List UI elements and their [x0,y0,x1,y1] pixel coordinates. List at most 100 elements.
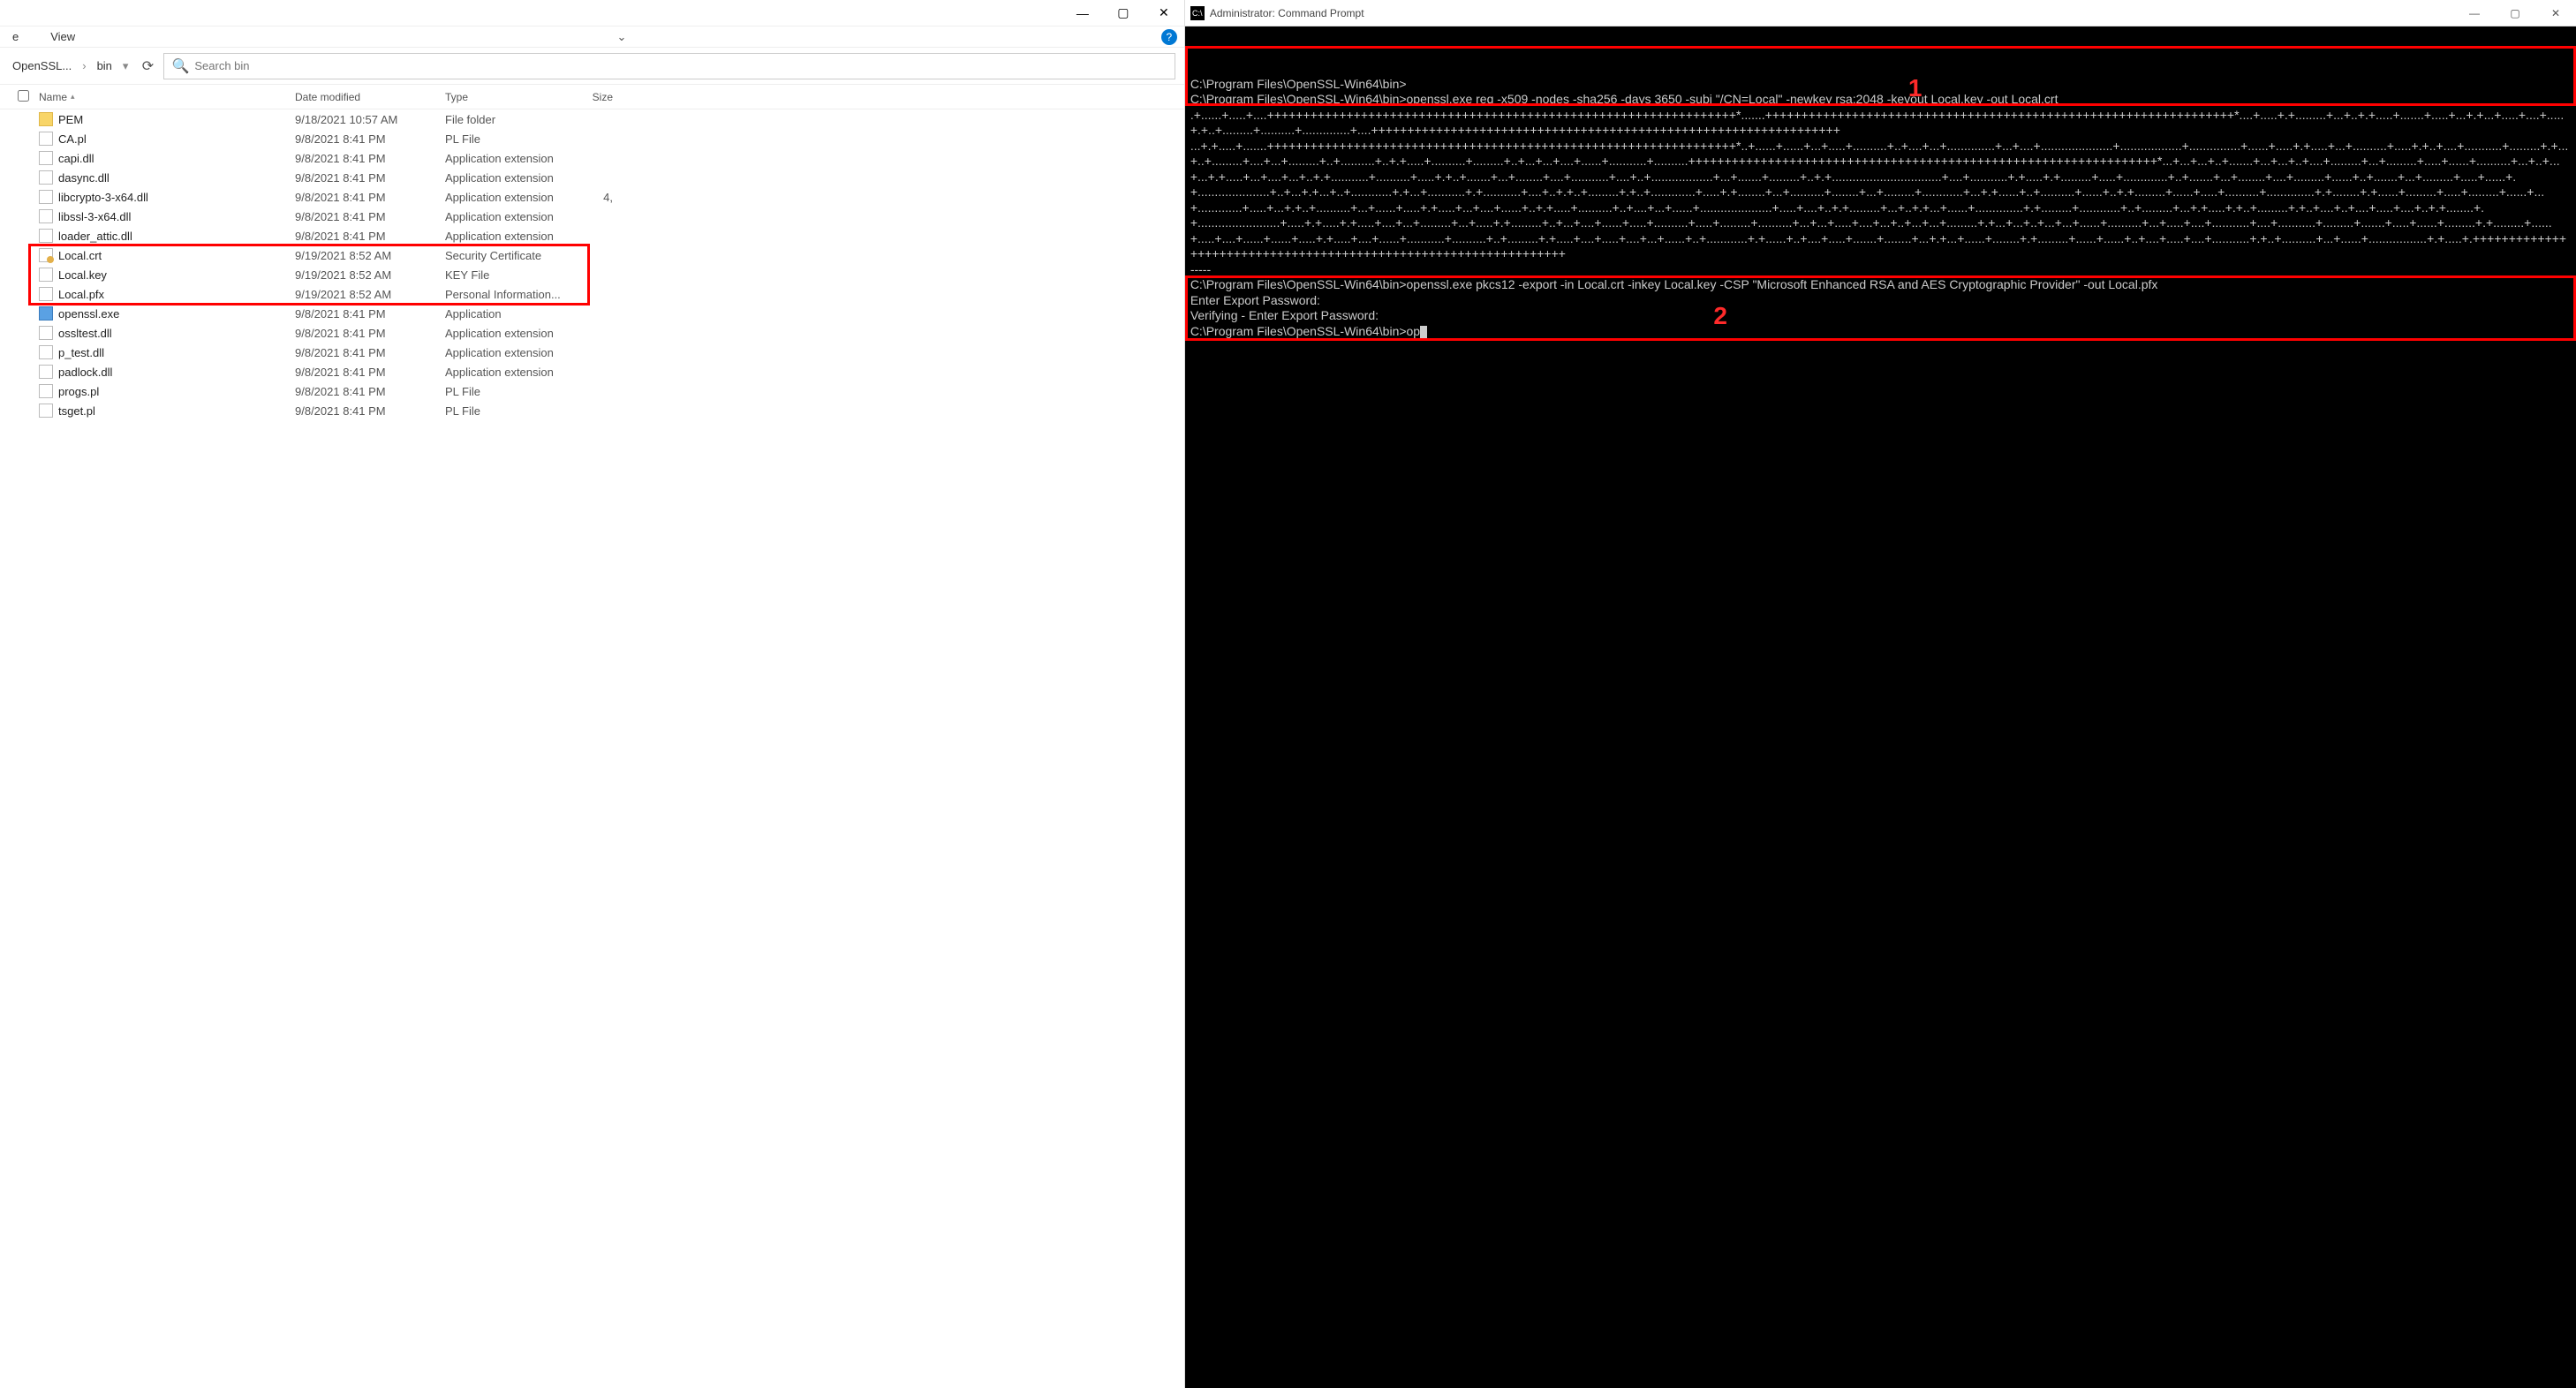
cmd-line: Verifying - Enter Export Password: [1190,308,2571,324]
file-name: Local.pfx [58,288,104,301]
chevron-right-icon: › [79,57,89,74]
file-type: Application [445,307,578,321]
file-date: 9/8/2021 8:41 PM [295,327,445,340]
cmd-close-button[interactable]: ✕ [2535,0,2576,26]
file-icon [39,268,53,282]
column-name[interactable]: Name ▴ [39,91,295,103]
file-date: 9/18/2021 10:57 AM [295,113,445,126]
table-row[interactable]: dasync.dll 9/8/2021 8:41 PMApplication ex… [0,168,1184,187]
close-button[interactable]: ✕ [1144,0,1184,26]
table-row[interactable]: tsget.pl9/8/2021 8:41 PMPL File [0,401,1184,420]
breadcrumb[interactable]: OpenSSL... › bin ▾ [9,57,132,75]
table-row[interactable]: Local.key9/19/2021 8:52 AMKEY File [0,265,1184,284]
table-row[interactable]: libcrypto-3-x64.dll9/8/2021 8:41 PMAppli… [0,187,1184,207]
file-date: 9/8/2021 8:41 PM [295,210,445,223]
file-name: libssl-3-x64.dll [58,210,131,223]
file-icon [39,170,53,185]
file-icon [39,190,53,204]
help-icon[interactable]: ? [1161,29,1177,45]
file-icon [39,287,53,301]
table-row[interactable]: progs.pl 9/8/2021 8:41 PMPL File [0,381,1184,401]
file-type: Application extension [445,171,578,185]
search-icon: 🔍 [171,57,189,75]
file-type: Application extension [445,327,578,340]
file-type: Application extension [445,366,578,379]
table-row[interactable]: Local.crt9/19/2021 8:52 AMSecurity Certi… [0,245,1184,265]
file-name: capi.dll [58,152,94,165]
file-date: 9/8/2021 8:41 PM [295,132,445,146]
refresh-button[interactable]: ⟳ [139,57,156,75]
select-all-checkbox[interactable] [18,90,29,102]
file-name: CA.pl [58,132,87,146]
table-row[interactable]: padlock.dll9/8/2021 8:41 PMApplication e… [0,362,1184,381]
file-date: 9/8/2021 8:41 PM [295,404,445,418]
table-row[interactable]: openssl.exe9/8/2021 8:41 PMApplication [0,304,1184,323]
file-icon [39,345,53,359]
file-date: 9/8/2021 8:41 PM [295,191,445,204]
file-date: 9/8/2021 8:41 PM [295,230,445,243]
file-icon [39,326,53,340]
table-row[interactable]: CA.pl9/8/2021 8:41 PMPL File [0,129,1184,148]
table-row[interactable]: Local.pfx9/19/2021 8:52 AMPersonal Infor… [0,284,1184,304]
file-name: Local.crt [58,249,102,262]
column-date[interactable]: Date modified [295,91,445,103]
file-date: 9/8/2021 8:41 PM [295,171,445,185]
cmd-titlebar: C:\ Administrator: Command Prompt — ▢ ✕ [1185,0,2576,26]
file-icon [39,112,53,126]
maximize-button[interactable]: ▢ [1103,0,1144,26]
file-icon [39,365,53,379]
annotation-label-1: 1 [1908,72,1923,103]
column-size[interactable]: Size [578,91,613,103]
cmd-line: C:\Program Files\OpenSSL-Win64\bin>opens… [1190,277,2571,293]
search-input[interactable] [194,59,1167,72]
cmd-line: C:\Program Files\OpenSSL-Win64\bin>opens… [1190,92,2571,108]
table-row[interactable]: loader_attic.dll9/8/2021 8:41 PMApplicat… [0,226,1184,245]
file-date: 9/8/2021 8:41 PM [295,346,445,359]
breadcrumb-item[interactable]: OpenSSL... [9,57,75,74]
file-date: 9/19/2021 8:52 AM [295,268,445,282]
file-date: 9/19/2021 8:52 AM [295,288,445,301]
file-name: Local.key [58,268,107,282]
file-size: 4, [578,191,613,204]
file-name: dasync.dll [58,171,110,185]
file-date: 9/8/2021 8:41 PM [295,366,445,379]
table-row[interactable]: capi.dll9/8/2021 8:41 PMApplication exte… [0,148,1184,168]
table-row[interactable]: p_test.dll9/8/2021 8:41 PMApplication ex… [0,343,1184,362]
cursor [1420,326,1427,338]
file-icon [39,404,53,418]
annotation-label-2: 2 [1713,300,1727,331]
file-date: 9/8/2021 8:41 PM [295,152,445,165]
table-row[interactable]: ossltest.dll9/8/2021 8:41 PMApplication … [0,323,1184,343]
ribbon-tab-view[interactable]: View [43,28,82,45]
column-type[interactable]: Type [445,91,578,103]
file-date: 9/8/2021 8:41 PM [295,385,445,398]
breadcrumb-item[interactable]: bin [94,57,116,74]
file-type: Application extension [445,230,578,243]
table-row[interactable]: libssl-3-x64.dll9/8/2021 8:41 PMApplicat… [0,207,1184,226]
file-icon [39,151,53,165]
table-row[interactable]: PEM9/18/2021 10:57 AMFile folder [0,109,1184,129]
cmd-line: ----- [1190,262,2571,278]
cmd-output[interactable]: C:\Program Files\OpenSSL-Win64\bin>C:\Pr… [1185,26,2576,1388]
cmd-maximize-button[interactable]: ▢ [2495,0,2535,26]
file-name: libcrypto-3-x64.dll [58,191,148,204]
file-name: openssl.exe [58,307,119,321]
file-icon [39,248,53,262]
search-box[interactable]: 🔍 [163,53,1175,79]
file-type: Application extension [445,346,578,359]
minimize-button[interactable]: — [1062,0,1103,26]
sort-ascending-icon: ▴ [71,92,75,102]
breadcrumb-dropdown[interactable]: ▾ [119,57,132,75]
file-type: File folder [445,113,578,126]
file-type: PL File [445,385,578,398]
ribbon-collapse-icon[interactable]: ⌄ [617,30,627,44]
file-name: progs.pl [58,385,99,398]
cmd-line: .+......+.....+....+++++++++++++++++++++… [1190,108,2571,139]
column-headers: Name ▴ Date modified Type Size [0,85,1184,109]
ribbon-tab-other[interactable]: e [5,28,26,45]
cmd-icon: C:\ [1190,6,1205,20]
explorer-ribbon-tabs: e View ⌄ ? [0,26,1184,48]
file-list: PEM9/18/2021 10:57 AMFile folder CA.pl 9/8… [0,109,1184,1388]
cmd-line: ...+.+.....+.......+++++++++++++++++++++… [1190,139,2571,262]
cmd-minimize-button[interactable]: — [2454,0,2495,26]
